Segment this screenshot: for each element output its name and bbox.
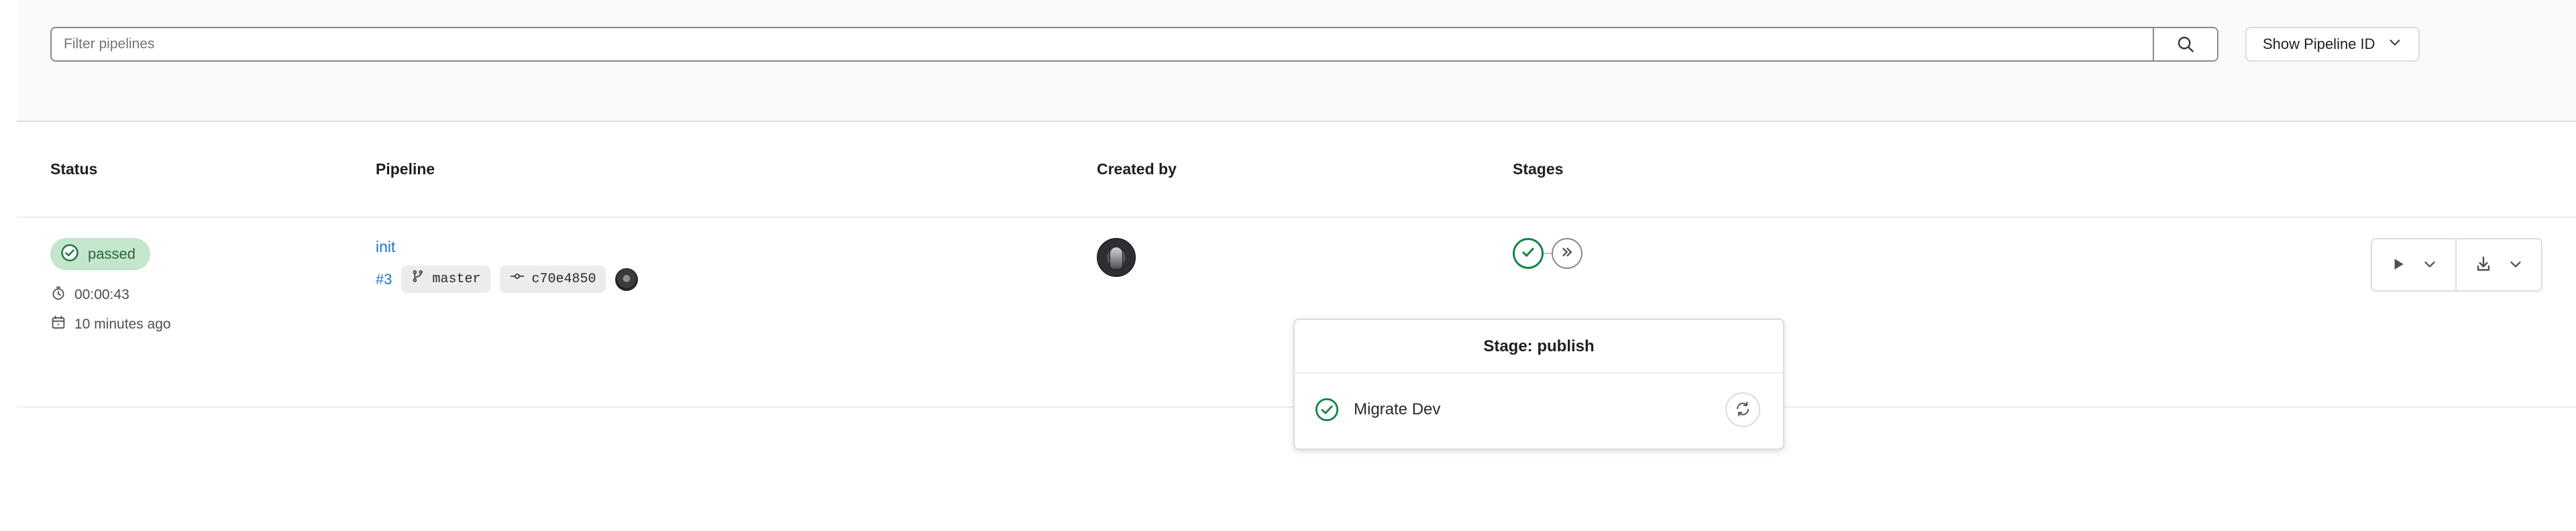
stage-icon-skipped[interactable] (1552, 238, 1582, 269)
chevron-down-icon (2387, 35, 2402, 54)
column-header-pipeline: Pipeline (376, 160, 435, 178)
stages-list (1513, 238, 2251, 269)
avatar[interactable] (1097, 238, 1136, 277)
stage-job-item[interactable]: Migrate Dev (1295, 386, 1783, 434)
pipeline-sub-row: #3 master c70e4850 (376, 266, 1097, 293)
pipeline-duration: 00:00:43 (50, 285, 376, 305)
commit-chip[interactable]: c70e4850 (499, 266, 606, 293)
timer-icon (50, 285, 66, 305)
stage-connector (1544, 253, 1552, 254)
cell-pipeline: init #3 master c70e4850 (376, 238, 1097, 293)
table-header-row: Status Pipeline Created by Stages (17, 122, 2576, 218)
pipeline-id-link[interactable]: #3 (376, 271, 392, 288)
status-badge-label: passed (88, 245, 136, 262)
branch-chip[interactable]: master (401, 266, 490, 293)
search-icon (2176, 34, 2196, 54)
pipeline-finished-at: 10 minutes ago (50, 314, 376, 335)
commit-sha: c70e4850 (531, 271, 596, 287)
check-circle-icon (1313, 396, 1340, 423)
column-header-stages: Stages (1513, 160, 1564, 178)
cell-actions (2251, 238, 2576, 292)
commit-author-avatar[interactable] (614, 268, 638, 291)
row-action-buttons (2371, 238, 2542, 292)
stage-popover-jobs: Migrate Dev (1295, 373, 1783, 449)
pipelines-filter-bar: Show Pipeline ID (17, 0, 2576, 122)
pipeline-duration-value: 00:00:43 (74, 287, 129, 302)
play-icon (2390, 255, 2407, 275)
commit-icon (509, 269, 525, 290)
search-button[interactable] (2153, 28, 2217, 60)
branch-name: master (432, 271, 481, 287)
stage-job-name: Migrate Dev (1354, 400, 1441, 418)
calendar-icon (50, 314, 66, 335)
cell-created-by (1097, 238, 1513, 277)
pipeline-finished-at-value: 10 minutes ago (74, 316, 171, 332)
download-icon (2474, 255, 2493, 276)
cell-stages (1513, 238, 2251, 269)
branch-icon (411, 269, 425, 290)
search-input[interactable] (52, 28, 2153, 60)
retry-icon (1734, 400, 1752, 420)
status-skipped-icon (1559, 244, 1575, 263)
run-pipeline-button[interactable] (2372, 239, 2455, 290)
stage-popover-title: Stage: publish (1295, 320, 1783, 373)
cell-status: passed 00:00:43 10 minutes ago (17, 238, 376, 335)
download-artifacts-button[interactable] (2455, 239, 2541, 290)
status-success-icon (1519, 243, 1537, 264)
chevron-down-icon (2508, 256, 2524, 274)
stage-dropdown-popover: Stage: publish Migrate Dev (1293, 318, 1784, 450)
stage-icon-publish[interactable] (1513, 238, 1544, 269)
check-circle-icon (60, 243, 80, 266)
column-header-created-by: Created by (1097, 160, 1177, 178)
pipeline-name-link[interactable]: init (376, 238, 395, 256)
chevron-down-icon (2422, 256, 2438, 274)
column-header-status: Status (50, 160, 98, 178)
pipeline-search-group (50, 27, 2218, 62)
filter-row: Show Pipeline ID (50, 27, 2420, 62)
status-badge[interactable]: passed (50, 238, 150, 270)
retry-job-button[interactable] (1725, 392, 1760, 427)
show-pipeline-id-label: Show Pipeline ID (2263, 36, 2375, 52)
show-pipeline-id-dropdown[interactable]: Show Pipeline ID (2245, 27, 2420, 62)
